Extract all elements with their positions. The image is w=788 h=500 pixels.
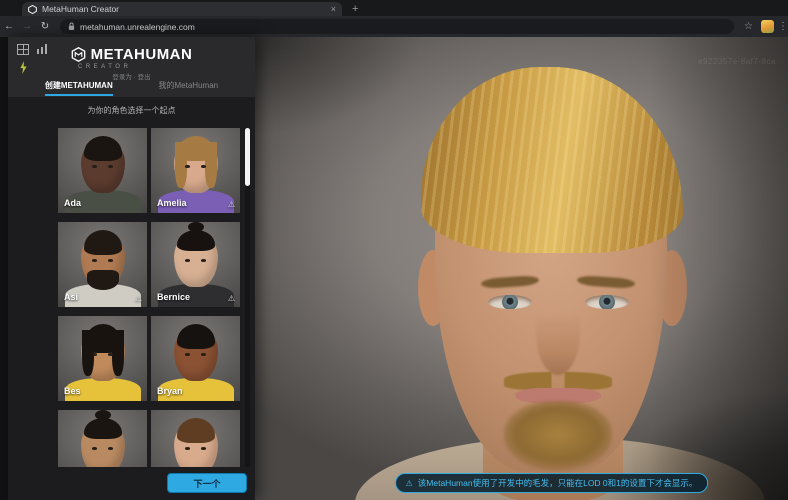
portrait-head xyxy=(173,222,218,287)
portrait-head xyxy=(80,136,125,193)
character-name: Asi xyxy=(64,292,79,302)
preset-panel: METAHUMAN CREATOR 登录为 · 登出 创建METAHUMAN 我… xyxy=(8,37,255,500)
portrait-eyes xyxy=(174,259,218,262)
portrait-beard xyxy=(86,270,119,290)
tab-title: MetaHuman Creator xyxy=(42,4,120,14)
hero-goatee xyxy=(504,401,612,471)
browser-tab[interactable]: MetaHuman Creator × xyxy=(22,2,342,16)
scrollbar-thumb[interactable] xyxy=(245,128,250,186)
portrait-hair xyxy=(174,136,217,188)
character-tile[interactable]: Bes xyxy=(58,316,147,401)
portrait-hair xyxy=(81,324,124,376)
portrait-hair xyxy=(83,230,122,255)
portrait-head xyxy=(80,324,125,381)
tab-close-icon[interactable]: × xyxy=(331,4,336,14)
lod-warning-text: 该MetaHuman使用了开发中的毛发，只能在LOD 0和1的设置下才会显示。 xyxy=(417,478,698,488)
portrait-hair xyxy=(83,410,122,439)
portrait-eyes xyxy=(81,353,125,356)
portrait-hair xyxy=(83,136,122,161)
portrait-head xyxy=(173,136,218,193)
portrait-hair xyxy=(176,324,215,349)
character-preview xyxy=(255,37,788,500)
character-name: Ada xyxy=(64,198,82,208)
character-name: Bernice xyxy=(157,292,191,302)
portrait-hair xyxy=(176,418,215,443)
reload-icon[interactable]: ↻ xyxy=(36,21,54,32)
warning-icon: ⚠ xyxy=(227,200,235,209)
portrait-eyes xyxy=(81,259,125,262)
gallery-scrollbar[interactable] xyxy=(245,128,250,468)
character-name: Amelia xyxy=(157,198,187,208)
character-viewport[interactable]: e922357e-8af7-8ca ⚠ 该MetaHuman使用了开发中的毛发，… xyxy=(255,37,788,500)
character-name: Bryan xyxy=(157,386,183,396)
hero-eye-left xyxy=(488,295,532,309)
browser-menu-icon[interactable]: ⋮ xyxy=(778,21,786,32)
panel-header: METAHUMAN CREATOR 登录为 · 登出 创建METAHUMAN 我… xyxy=(8,37,255,97)
browser-tab-strip: MetaHuman Creator × + xyxy=(0,0,788,16)
character-grid: Ada Amelia ⚠ Asi ⚠ Bernice ⚠ Bes Bryan xyxy=(58,128,240,500)
back-icon[interactable]: ← xyxy=(0,21,18,32)
portrait-eyes xyxy=(174,447,218,450)
forward-icon[interactable]: → xyxy=(18,21,36,32)
warning-icon: ⚠ xyxy=(134,294,142,303)
portrait-head xyxy=(80,230,125,290)
metahuman-logo-icon xyxy=(71,47,85,62)
metahuman-logo: METAHUMAN xyxy=(8,46,255,63)
metahuman-favicon-icon xyxy=(28,4,37,14)
url-text: metahuman.unrealengine.com xyxy=(80,21,195,32)
next-button[interactable]: 下一个 xyxy=(167,473,247,493)
logo-text: METAHUMAN xyxy=(90,46,193,63)
logo-subtitle: CREATOR xyxy=(78,64,132,70)
gallery-caption: 为你的角色选择一个起点 xyxy=(87,106,176,115)
hero-nose xyxy=(536,289,580,375)
portrait-eyes xyxy=(81,165,125,168)
lock-icon xyxy=(68,22,75,30)
browser-window: MetaHuman Creator × + ← → ↻ metahuman.un… xyxy=(0,0,788,500)
warning-icon: ⚠ xyxy=(227,294,235,303)
tab-my-metahumans[interactable]: 我的MetaHuman xyxy=(159,80,219,96)
portrait-eyes xyxy=(81,447,125,450)
warning-icon: ⚠ xyxy=(405,478,413,488)
address-bar[interactable]: metahuman.unrealengine.com xyxy=(60,19,735,34)
session-watermark: e922357e-8af7-8ca xyxy=(698,57,776,66)
panel-tabs: 创建METAHUMAN 我的MetaHuman xyxy=(22,80,241,96)
character-tile[interactable]: Bernice ⚠ xyxy=(151,222,240,307)
portrait-hair xyxy=(176,222,215,251)
profile-avatar[interactable] xyxy=(761,20,774,33)
browser-toolbar: ← → ↻ metahuman.unrealengine.com ☆ ⋮ xyxy=(0,16,788,37)
lod-warning-toast: ⚠ 该MetaHuman使用了开发中的毛发，只能在LOD 0和1的设置下才会显示… xyxy=(394,473,709,493)
portrait-eyes xyxy=(174,353,218,356)
tab-create-metahuman[interactable]: 创建METAHUMAN xyxy=(44,80,113,96)
character-tile[interactable]: Ada xyxy=(58,128,147,213)
character-tile[interactable]: Amelia ⚠ xyxy=(151,128,240,213)
metahuman-creator-page: e922357e-8af7-8ca ⚠ 该MetaHuman使用了开发中的毛发，… xyxy=(0,37,788,500)
portrait-head xyxy=(173,324,218,381)
panel-footer: 下一个 xyxy=(8,467,255,500)
new-tab-button[interactable]: + xyxy=(352,2,358,16)
character-name: Bes xyxy=(64,386,81,396)
character-tile[interactable]: Asi ⚠ xyxy=(58,222,147,307)
character-tile[interactable]: Bryan xyxy=(151,316,240,401)
hero-eye-right xyxy=(585,295,629,309)
portrait-eyes xyxy=(174,165,218,168)
bookmark-star-icon[interactable]: ☆ xyxy=(744,21,753,32)
hero-hair xyxy=(421,67,683,253)
